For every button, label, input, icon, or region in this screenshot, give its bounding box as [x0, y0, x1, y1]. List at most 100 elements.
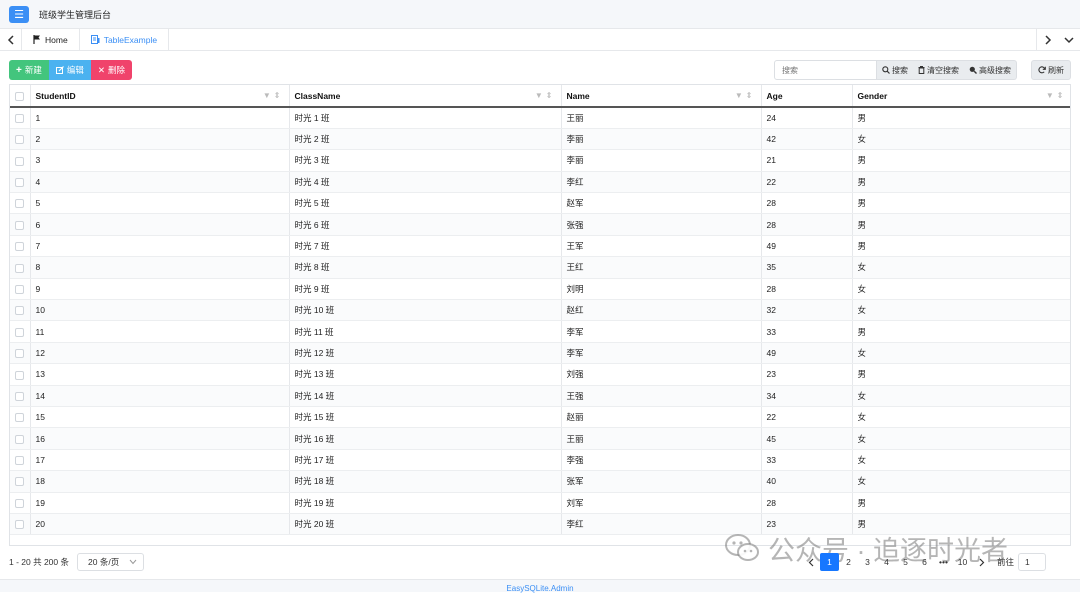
table-row[interactable]: 3 时光 3 班李丽 21 男	[10, 149, 1070, 172]
cell-name: 张强	[561, 213, 762, 236]
row-checkbox[interactable]	[15, 327, 24, 337]
page-button[interactable]: 10	[953, 553, 972, 571]
column-header-name[interactable]: Name ▼⇕	[561, 85, 762, 108]
cell-studentid: 17	[30, 449, 290, 472]
row-checkbox[interactable]	[15, 177, 24, 187]
table-row[interactable]: 4 时光 4 班李红 22 男	[10, 171, 1070, 194]
clear-search-button[interactable]: 清空搜索	[913, 60, 964, 80]
delete-button[interactable]: ✕ 删除	[90, 60, 133, 80]
table-row[interactable]: 8 时光 8 班王红 35 女	[10, 256, 1070, 279]
table-row[interactable]: 2 时光 2 班李丽 42 女	[10, 128, 1070, 151]
row-checkbox[interactable]	[15, 242, 24, 252]
cell-name: 王强	[561, 385, 762, 407]
table-row[interactable]: 9 时光 9 班刘明 28 女	[10, 278, 1070, 301]
page-button[interactable]: 5	[896, 553, 915, 571]
tab-table-example[interactable]: TableExample	[79, 29, 170, 50]
goto-page-input[interactable]: 1	[1018, 553, 1047, 571]
cell-gender: 男	[852, 192, 1070, 215]
next-page-button[interactable]	[972, 553, 991, 571]
table-row[interactable]: 17 时光 17 班李强 33 女	[10, 449, 1070, 472]
column-header-classname[interactable]: ClassName ▼⇕	[289, 85, 562, 108]
table-row[interactable]: 18 时光 18 班张军 40 女	[10, 470, 1070, 493]
page-button[interactable]: 2	[839, 553, 858, 571]
table-row[interactable]: 10 时光 10 班赵红 32 女	[10, 299, 1070, 322]
cell-name: 王军	[561, 235, 762, 258]
row-checkbox[interactable]	[15, 498, 24, 508]
page-size-select[interactable]: 20 条/页	[77, 553, 145, 571]
select-all-checkbox[interactable]	[15, 91, 24, 101]
row-checkbox[interactable]	[15, 220, 24, 230]
table-row[interactable]: 6 时光 6 班张强 28 男	[10, 213, 1070, 236]
row-checkbox[interactable]	[15, 284, 24, 294]
goto-page: 前往 1	[997, 553, 1047, 571]
new-button[interactable]: + 新建	[9, 60, 49, 80]
filter-sort-icon[interactable]: ▼⇕	[735, 91, 756, 100]
edit-button[interactable]: 编辑	[48, 60, 91, 80]
table-row[interactable]: 5 时光 5 班赵军 28 男	[10, 192, 1070, 215]
cell-studentid: 11	[30, 320, 290, 343]
row-select-cell	[10, 256, 31, 279]
advanced-search-label: 高级搜索	[979, 65, 1011, 75]
prev-page-button[interactable]	[801, 553, 820, 571]
row-checkbox[interactable]	[15, 156, 24, 166]
row-checkbox[interactable]	[15, 520, 24, 530]
chevron-right-icon	[1044, 34, 1051, 45]
page-button[interactable]: 6	[915, 553, 934, 571]
tab-scroll-right-button[interactable]	[1036, 29, 1058, 50]
filter-sort-icon[interactable]: ▼⇕	[535, 91, 556, 100]
search-input[interactable]	[774, 60, 877, 80]
row-checkbox[interactable]	[15, 199, 24, 209]
tab-bar: Home TableExample	[0, 29, 1080, 51]
table-row[interactable]: 13 时光 13 班刘强 23 男	[10, 363, 1070, 386]
refresh-button[interactable]: 刷新	[1031, 60, 1071, 80]
table-row[interactable]: 1 时光 1 班王丽 24 男	[10, 107, 1070, 129]
row-select-cell	[10, 342, 31, 365]
cell-studentid: 6	[30, 213, 290, 236]
menu-toggle-button[interactable]: ☰	[9, 5, 29, 23]
cell-gender: 女	[852, 449, 1070, 472]
page-size-value: 20 条/页	[88, 557, 120, 567]
row-checkbox[interactable]	[15, 477, 24, 487]
column-header-gender[interactable]: Gender ▼⇕	[852, 85, 1070, 108]
table-row[interactable]: 14 时光 14 班王强 34 女	[10, 385, 1070, 407]
cell-gender: 男	[852, 213, 1070, 236]
row-select-cell	[10, 299, 31, 322]
cell-age: 24	[761, 107, 853, 129]
column-header-studentid[interactable]: StudentID ▼⇕	[30, 85, 290, 108]
search-button[interactable]: 搜索	[877, 60, 913, 80]
cell-studentid: 20	[30, 513, 290, 536]
cell-studentid: 4	[30, 171, 290, 194]
row-checkbox[interactable]	[15, 114, 24, 124]
table-row[interactable]: 12 时光 12 班李军 49 女	[10, 342, 1070, 365]
filter-sort-icon[interactable]: ▼⇕	[263, 91, 284, 100]
tab-dropdown-button[interactable]	[1058, 29, 1080, 50]
row-checkbox[interactable]	[15, 370, 24, 380]
row-checkbox[interactable]	[15, 306, 24, 316]
search-button-label: 搜索	[892, 65, 908, 75]
cell-classname: 时光 16 班	[289, 427, 562, 450]
row-checkbox[interactable]	[15, 434, 24, 444]
page-button[interactable]: 4	[877, 553, 896, 571]
row-checkbox[interactable]	[15, 413, 24, 423]
cell-age: 42	[761, 128, 853, 151]
tab-home[interactable]: Home	[22, 29, 80, 50]
row-checkbox[interactable]	[15, 263, 24, 273]
table-row[interactable]: 16 时光 16 班王丽 45 女	[10, 427, 1070, 450]
cell-classname: 时光 5 班	[289, 192, 562, 215]
column-header-age[interactable]: Age	[761, 85, 853, 108]
row-checkbox[interactable]	[15, 391, 24, 401]
row-checkbox[interactable]	[15, 349, 24, 359]
tab-scroll-left-button[interactable]	[0, 29, 22, 50]
cell-studentid: 7	[30, 235, 290, 258]
row-checkbox[interactable]	[15, 135, 24, 145]
page-button[interactable]: 1	[820, 553, 839, 571]
table-row[interactable]: 15 时光 15 班赵丽 22 女	[10, 406, 1070, 429]
filter-sort-icon[interactable]: ▼⇕	[1046, 91, 1067, 100]
table-row[interactable]: 11 时光 11 班李军 33 男	[10, 320, 1070, 343]
page-ellipsis[interactable]: •••	[934, 553, 953, 571]
advanced-search-button[interactable]: 高级搜索	[964, 60, 1017, 80]
row-checkbox[interactable]	[15, 456, 24, 466]
table-row[interactable]: 19 时光 19 班刘军 28 男	[10, 492, 1070, 514]
page-button[interactable]: 3	[858, 553, 877, 571]
table-row[interactable]: 7 时光 7 班王军 49 男	[10, 235, 1070, 258]
